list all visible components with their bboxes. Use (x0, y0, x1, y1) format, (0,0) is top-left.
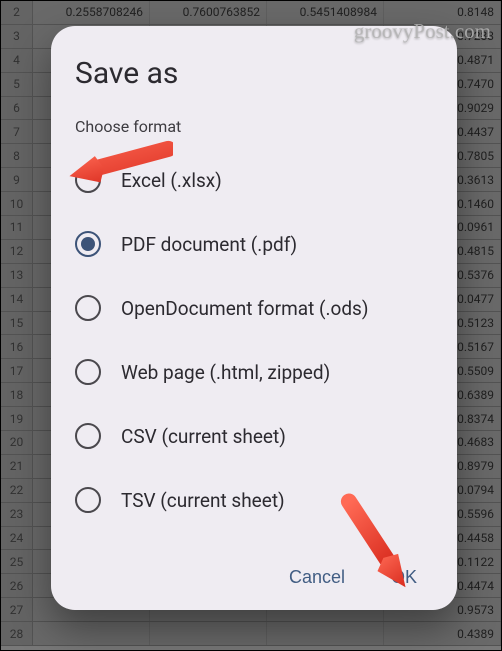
ok-button[interactable]: OK (389, 561, 419, 594)
format-option-label: PDF document (.pdf) (121, 233, 297, 256)
format-option-label: OpenDocument format (.ods) (121, 297, 368, 320)
save-as-dialog: Save as Choose format Excel (.xlsx) PDF d… (51, 26, 457, 610)
dialog-buttons: Cancel OK (75, 553, 433, 594)
watermark: groovyPost.com (354, 19, 491, 44)
cancel-button[interactable]: Cancel (287, 561, 347, 594)
format-option-label: TSV (current sheet) (121, 489, 285, 512)
format-option-label: Web page (.html, zipped) (121, 361, 330, 384)
format-option[interactable]: PDF document (.pdf) (75, 212, 433, 276)
radio-icon[interactable] (75, 359, 101, 385)
format-option-label: Excel (.xlsx) (121, 169, 222, 192)
dialog-title: Save as (75, 56, 433, 91)
radio-icon[interactable] (75, 295, 101, 321)
radio-icon[interactable] (75, 231, 101, 257)
format-option[interactable]: TSV (current sheet) (75, 468, 433, 532)
format-option[interactable]: Excel (.xlsx) (75, 148, 433, 212)
radio-icon[interactable] (75, 423, 101, 449)
radio-icon[interactable] (75, 487, 101, 513)
format-option-label: CSV (current sheet) (121, 425, 286, 448)
format-options: Excel (.xlsx) PDF document (.pdf) OpenDocu… (75, 148, 433, 553)
radio-icon[interactable] (75, 167, 101, 193)
format-option[interactable]: Web page (.html, zipped) (75, 340, 433, 404)
choose-format-label: Choose format (75, 117, 433, 136)
format-option[interactable]: CSV (current sheet) (75, 404, 433, 468)
format-option[interactable]: OpenDocument format (.ods) (75, 276, 433, 340)
